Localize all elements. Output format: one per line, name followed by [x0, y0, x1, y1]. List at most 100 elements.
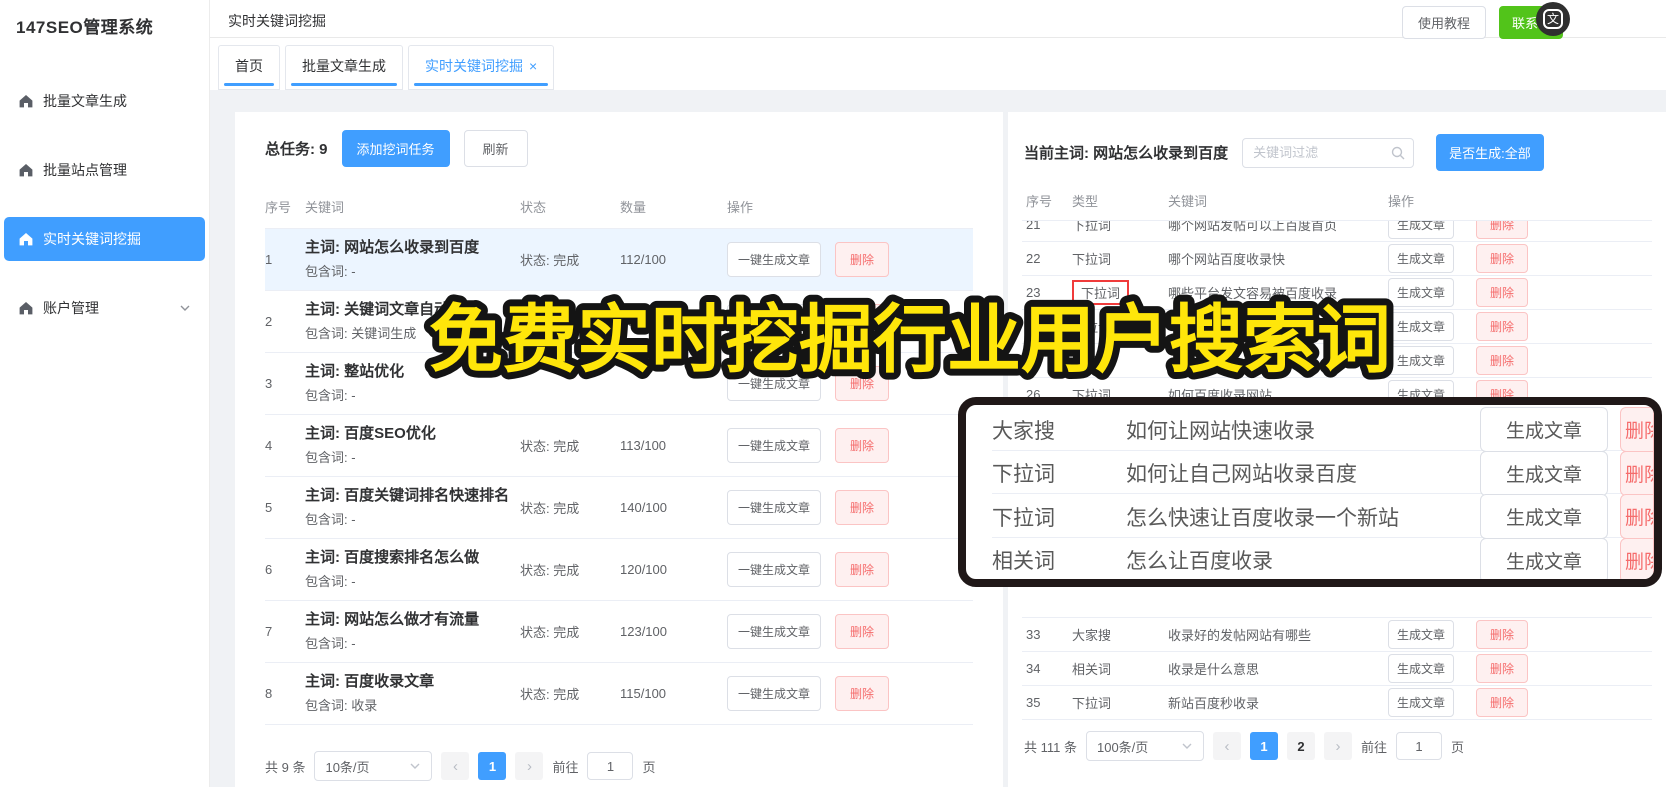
generate-article-button[interactable]: 一键生成文章 — [727, 242, 822, 277]
delete-button[interactable]: 删除 — [835, 676, 890, 711]
generate-article-button[interactable]: 生成文章 — [1388, 620, 1455, 649]
keyword-filter-input[interactable] — [1242, 137, 1415, 168]
page-number-1[interactable]: 1 — [478, 752, 507, 780]
page-number-1[interactable]: 1 — [1249, 732, 1278, 760]
page-number-2[interactable]: 2 — [1286, 732, 1315, 760]
generate-article-button[interactable]: 一键生成文章 — [727, 552, 822, 587]
close-tab-icon[interactable]: × — [529, 58, 537, 74]
generate-article-button[interactable]: 一键生成文章 — [727, 366, 822, 401]
sidebar-item-batch-article[interactable]: 批量文章生成 — [4, 79, 205, 123]
goto-page-input[interactable] — [1396, 732, 1442, 760]
goto-page-input[interactable] — [587, 752, 634, 780]
tab-realtime-keyword[interactable]: 实时关键词挖掘 × — [408, 45, 555, 90]
delete-button[interactable]: 删除 — [1476, 244, 1529, 273]
chevron-down-icon — [180, 305, 190, 311]
generate-article-button[interactable]: 生成文章 — [1388, 346, 1455, 375]
keyword-row[interactable]: 33 大家搜 收录好的发帖网站有哪些 生成文章 删除 — [1022, 618, 1652, 652]
main-keyword: 主词: 百度搜索排名怎么做 — [305, 549, 480, 566]
task-row[interactable]: 7 主词: 网站怎么做才有流量 包含词: - 状态: 完成 123/100 一键… — [265, 601, 973, 663]
next-page-button[interactable]: › — [515, 752, 544, 780]
task-row[interactable]: 5 主词: 百度关键词排名快速排名 包含词: - 状态: 完成 140/100 … — [265, 477, 973, 539]
keyword-row[interactable]: 23 下拉词 哪些平台发文容易被百度收录 生成文章 删除 — [1022, 276, 1652, 310]
keyword-row[interactable]: 25 大家搜 生成文章 删除 — [1022, 344, 1652, 378]
tab-batch-article[interactable]: 批量文章生成 — [285, 45, 403, 90]
generate-article-button[interactable]: 生成文章 — [1480, 407, 1608, 452]
delete-button[interactable]: 删除 — [835, 304, 890, 339]
generate-article-button[interactable]: 生成文章 — [1388, 688, 1455, 717]
tab-label: 批量文章生成 — [302, 58, 386, 74]
prev-page-button[interactable]: ‹ — [441, 752, 470, 780]
sidebar-item-batch-site[interactable]: 批量站点管理 — [4, 148, 205, 192]
generate-article-button[interactable]: 生成文章 — [1388, 244, 1455, 273]
delete-button[interactable]: 删除 — [1476, 688, 1529, 717]
delete-button[interactable]: 删除 — [1476, 312, 1529, 341]
col-keyword: 关键词 — [1168, 194, 1208, 209]
sidebar-item-realtime-keyword[interactable]: 实时关键词挖掘 — [4, 217, 205, 261]
delete-button[interactable]: 删除 — [1476, 346, 1529, 375]
generate-article-button[interactable]: 生成文章 — [1480, 494, 1608, 539]
delete-button[interactable]: 删除 — [1476, 221, 1529, 239]
delete-button[interactable]: 删除 — [835, 242, 890, 277]
delete-button[interactable]: 删除 — [1476, 654, 1529, 683]
keyword-row[interactable]: 34 相关词 收录是什么意思 生成文章 删除 — [1022, 652, 1652, 686]
callout-row[interactable]: 相关词 怎么让百度收录 生成文章 删除 — [992, 537, 1654, 579]
delete-button[interactable]: 删除 — [835, 490, 890, 525]
generate-article-button[interactable]: 一键生成文章 — [727, 428, 822, 463]
task-row[interactable]: 2 主词: 关键词文章自动生成 包含词: 关键词生成 状态: 完成 100/10… — [265, 291, 973, 353]
task-pagination: 共 9 条 10条/页 ‹ 1 › 前往 页 — [265, 751, 973, 781]
generate-article-button[interactable]: 生成文章 — [1388, 654, 1455, 683]
page-size-select[interactable]: 10条/页 — [314, 751, 433, 781]
generate-all-button[interactable]: 是否生成:全部 — [1436, 134, 1544, 171]
task-row[interactable]: 8 主词: 百度收录文章 包含词: 收录 状态: 完成 115/100 一键生成… — [265, 663, 973, 725]
delete-button[interactable]: 删除 — [1476, 620, 1529, 649]
callout-row[interactable]: 大家搜 如何让网站快速收录 生成文章 删除 — [992, 407, 1654, 452]
keyword-pagination: 共 111 条 100条/页 ‹ 1 2 › 前往 页 — [1024, 731, 1464, 761]
generate-article-button[interactable]: 生成文章 — [1388, 278, 1455, 307]
keyword-row[interactable]: 21 下拉词 哪个网站发帖可以上百度首页 生成文章 删除 — [1022, 221, 1652, 242]
main-keyword: 主词: 网站怎么收录到百度 — [305, 239, 480, 256]
refresh-button[interactable]: 刷新 — [463, 130, 528, 167]
tutorial-button[interactable]: 使用教程 — [1401, 6, 1486, 39]
callout-row[interactable]: 下拉词 如何让自己网站收录百度 生成文章 删除 — [992, 450, 1654, 496]
add-task-button[interactable]: 添加挖词任务 — [341, 130, 450, 167]
delete-button-clipped[interactable]: 删除 — [1620, 407, 1654, 452]
task-panel: 总任务: 9 添加挖词任务 刷新 序号 关键词 状态 数量 操作 1 主词: 网… — [235, 112, 1003, 787]
delete-button-clipped[interactable]: 删除 — [1620, 494, 1654, 539]
sidebar-item-account[interactable]: 账户管理 — [4, 286, 205, 330]
task-row[interactable]: 4 主词: 百度SEO优化 包含词: - 状态: 完成 113/100 一键生成… — [265, 415, 973, 477]
delete-button-clipped[interactable]: 删除 — [1620, 450, 1654, 496]
keyword-type: 下拉词 — [1072, 696, 1112, 711]
prev-page-button[interactable]: ‹ — [1212, 732, 1241, 760]
generate-article-button[interactable]: 一键生成文章 — [727, 614, 822, 649]
generate-article-button[interactable]: 生成文章 — [1388, 312, 1455, 341]
keyword-row[interactable]: 35 下拉词 新站百度秒收录 生成文章 删除 — [1022, 686, 1652, 720]
translate-extension-icon[interactable]: 文 — [1536, 2, 1570, 36]
task-row[interactable]: 3 主词: 整站优化 包含词: - 一键生成文章 删除 — [265, 353, 973, 415]
next-page-button[interactable]: › — [1323, 732, 1352, 760]
keyword-text: 怎么让百度收录 — [1126, 550, 1273, 573]
generate-article-button[interactable]: 一键生成文章 — [727, 304, 822, 339]
delete-button-clipped[interactable]: 删除 — [1620, 537, 1654, 579]
delete-button[interactable]: 删除 — [835, 552, 890, 587]
page-size-select[interactable]: 100条/页 — [1085, 731, 1204, 761]
task-row[interactable]: 6 主词: 百度搜索排名怎么做 包含词: - 状态: 完成 120/100 一键… — [265, 539, 973, 601]
delete-button[interactable]: 删除 — [835, 366, 890, 401]
generate-article-button[interactable]: 生成文章 — [1480, 537, 1608, 579]
tab-label: 首页 — [235, 58, 263, 74]
generate-article-button[interactable]: 生成文章 — [1388, 221, 1455, 239]
generate-article-button[interactable]: 生成文章 — [1480, 450, 1608, 496]
delete-button[interactable]: 删除 — [1476, 278, 1529, 307]
generate-article-button[interactable]: 一键生成文章 — [727, 490, 822, 525]
keyword-row[interactable]: 22 下拉词 哪个网站百度收录快 生成文章 删除 — [1022, 242, 1652, 276]
task-row[interactable]: 1 主词: 网站怎么收录到百度 包含词: - 状态: 完成 112/100 一键… — [265, 229, 973, 291]
delete-button[interactable]: 删除 — [835, 428, 890, 463]
generate-article-button[interactable]: 一键生成文章 — [727, 676, 822, 711]
keyword-type: 下拉词 — [1072, 252, 1112, 267]
row-index: 21 — [1026, 221, 1041, 232]
callout-row[interactable]: 下拉词 怎么快速让百度收录一个新站 生成文章 删除 — [992, 494, 1654, 539]
page-size-value: 100条/页 — [1096, 739, 1149, 755]
keyword-row[interactable]: 24 下拉词 生成文章 删除 — [1022, 310, 1652, 344]
tab-home[interactable]: 首页 — [218, 45, 280, 90]
delete-button[interactable]: 删除 — [835, 614, 890, 649]
search-icon — [1391, 146, 1405, 159]
